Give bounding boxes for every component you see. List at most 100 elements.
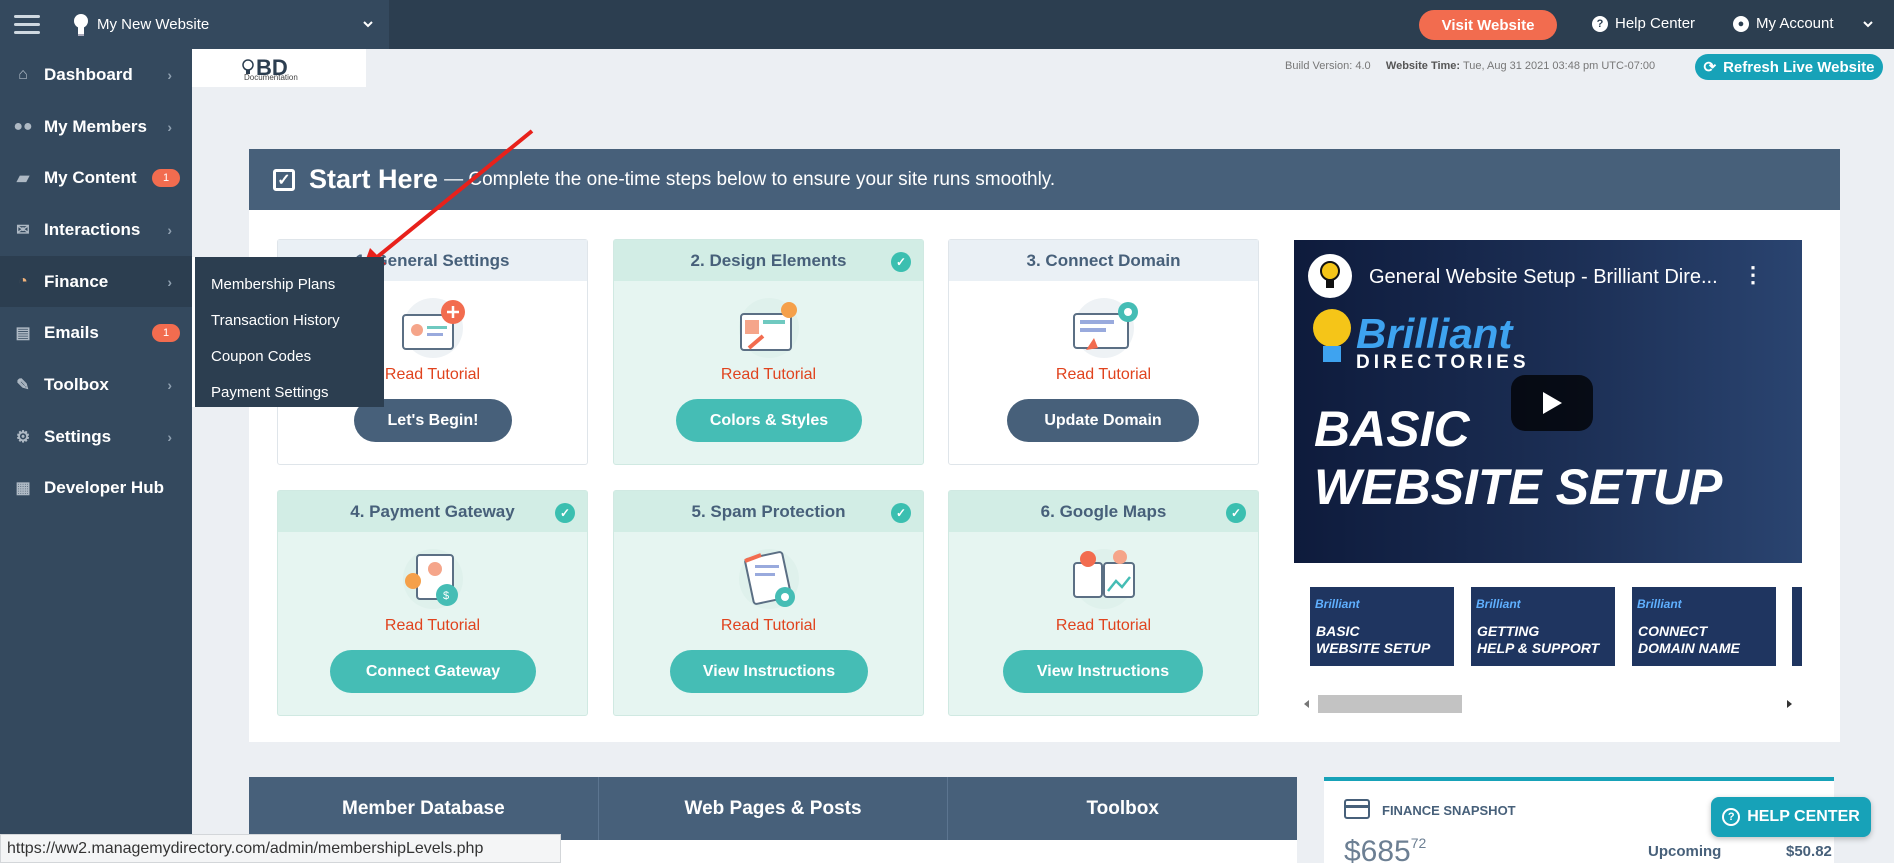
thumb-title-line1: GETTING (1477, 623, 1540, 639)
read-tutorial-link[interactable]: Read Tutorial (614, 617, 923, 635)
sidebar-item-dashboard[interactable]: ⌂ Dashboard › (0, 49, 192, 101)
scroll-right-icon[interactable] (1784, 699, 1794, 709)
chevron-right-icon: › (167, 67, 172, 83)
finance-amount-dollars: $685 (1344, 835, 1411, 863)
step-card-spam-protection: 5. Spam Protection ✓ Read Tutorial View … (613, 490, 924, 716)
status-bar-url: https://ww2.managemydirectory.com/admin/… (0, 834, 561, 863)
wrench-icon: ✎ (16, 376, 30, 394)
card-header: 2. Design Elements ✓ (614, 240, 923, 281)
update-domain-button[interactable]: Update Domain (1007, 399, 1199, 442)
chevron-right-icon: › (167, 222, 172, 239)
read-tutorial-link[interactable]: Read Tutorial (949, 366, 1258, 384)
brand-subtitle: DIRECTORIES (1356, 352, 1530, 373)
video-headline-line2: WEBSITE SETUP (1314, 459, 1723, 515)
playlist-item[interactable]: Brilliant CONNECT DOMAIN NAME (1632, 587, 1776, 666)
sidebar: ⌂ Dashboard › ●● My Members › ▰ My Conte… (0, 49, 192, 863)
check-circle-icon: ✓ (891, 503, 911, 523)
sidebar-item-developer-hub[interactable]: ▦ Developer Hub (0, 463, 192, 515)
upcoming-value: $50.82 (1786, 843, 1832, 860)
refresh-live-website-button[interactable]: ⟳ Refresh Live Website (1695, 54, 1883, 80)
view-instructions-button[interactable]: View Instructions (670, 650, 868, 693)
start-here-subtitle: — Complete the one-time steps below to e… (444, 168, 1056, 190)
help-center-label: Help Center (1615, 15, 1696, 32)
sidebar-item-settings[interactable]: ⚙ Settings › (0, 411, 192, 463)
more-options-icon[interactable]: ⋮ (1742, 262, 1764, 288)
lightbulb-icon (1320, 261, 1340, 288)
thumb-brand: Brilliant (1637, 597, 1682, 611)
step-card-design-elements: 2. Design Elements ✓ Read Tutorial Color… (613, 239, 924, 465)
read-tutorial-link[interactable]: Read Tutorial (278, 617, 587, 635)
connect-gateway-button[interactable]: Connect Gateway (330, 650, 536, 693)
spam-protection-illustration-icon (738, 549, 799, 609)
card-title: 5. Spam Protection (691, 501, 846, 521)
thumb-brand: Brilliant (1476, 597, 1521, 611)
finance-snapshot-label: FINANCE SNAPSHOT (1382, 803, 1516, 818)
site-selector[interactable]: My New Website (53, 0, 389, 49)
logo-subtitle: Documentation (244, 73, 298, 82)
chevron-down-icon (363, 21, 373, 28)
check-circle-icon: ✓ (891, 252, 911, 272)
card-title: 3. Connect Domain (949, 240, 1258, 281)
card-title: 2. Design Elements (690, 250, 847, 270)
help-center-float-label: HELP CENTER (1747, 808, 1860, 825)
chevron-right-icon: › (167, 273, 172, 290)
tab-member-database[interactable]: Member Database (249, 777, 599, 840)
playlist-item-partial[interactable] (1792, 587, 1802, 666)
payment-illustration-icon: $ (402, 549, 463, 609)
lightbulb-logo-icon (1313, 309, 1351, 362)
sidebar-item-emails[interactable]: ▤ Emails 1 (0, 307, 192, 359)
playlist-item[interactable]: Brilliant BASIC WEBSITE SETUP (1310, 587, 1454, 666)
build-label: Build Version: (1285, 60, 1353, 72)
video-headline-line1: BASIC (1314, 401, 1470, 457)
finance-submenu: Membership Plans Transaction History Cou… (192, 257, 384, 407)
tab-web-pages-posts[interactable]: Web Pages & Posts (599, 777, 949, 840)
bottom-tabs: Member Database Web Pages & Posts Toolbo… (249, 777, 1297, 840)
read-tutorial-link[interactable]: Read Tutorial (614, 366, 923, 384)
card-header: 4. Payment Gateway ✓ (278, 491, 587, 532)
sidebar-item-label: Toolbox (44, 374, 109, 394)
notification-badge: 1 (152, 169, 180, 188)
question-icon: ? (1722, 808, 1741, 826)
my-account-menu[interactable]: ● My Account (1733, 15, 1875, 32)
colors-styles-button[interactable]: Colors & Styles (676, 399, 862, 442)
submenu-coupon-codes[interactable]: Coupon Codes (195, 338, 384, 374)
users-icon: ●● (13, 117, 33, 135)
sidebar-item-toolbox[interactable]: ✎ Toolbox › (0, 359, 192, 411)
card-title: 6. Google Maps (1040, 501, 1167, 521)
sidebar-item-my-content[interactable]: ▰ My Content 1 (0, 152, 192, 204)
top-bar: My New Website Visit Website ? Help Cent… (0, 0, 1894, 49)
card-header: 5. Spam Protection ✓ (614, 491, 923, 532)
website-time-value: Tue, Aug 31 2021 03:48 pm UTC-07:00 (1462, 60, 1656, 72)
submenu-transaction-history[interactable]: Transaction History (195, 302, 384, 338)
playlist-scrollbar[interactable] (1294, 694, 1802, 714)
read-tutorial-link[interactable]: Read Tutorial (949, 617, 1258, 635)
visit-website-button[interactable]: Visit Website (1419, 10, 1557, 40)
scrollbar-thumb[interactable] (1318, 695, 1462, 713)
sidebar-item-my-members[interactable]: ●● My Members › (0, 101, 192, 153)
check-circle-icon: ✓ (555, 503, 575, 523)
submenu-membership-plans[interactable]: Membership Plans (195, 266, 384, 302)
start-here-header: ✓ Start Here — Complete the one-time ste… (249, 149, 1840, 210)
my-account-label: My Account (1756, 15, 1834, 32)
help-center-link[interactable]: ? Help Center (1592, 15, 1695, 32)
channel-avatar[interactable] (1308, 254, 1352, 298)
help-center-floating-button[interactable]: ? HELP CENTER (1711, 797, 1871, 837)
menu-toggle-icon[interactable] (0, 0, 53, 49)
playlist-item[interactable]: Brilliant GETTING HELP & SUPPORT (1471, 587, 1615, 666)
sidebar-item-finance[interactable]: ◔ Finance › (0, 255, 192, 308)
inbox-icon: ▤ (15, 325, 31, 343)
play-button[interactable] (1511, 375, 1593, 431)
step-card-connect-domain: 3. Connect Domain Read Tutorial Update D… (948, 239, 1259, 465)
video-player[interactable]: General Website Setup - Brilliant Dire..… (1294, 240, 1802, 563)
chevron-right-icon: › (167, 377, 172, 394)
build-value: 4.0 (1355, 60, 1371, 72)
view-instructions-button[interactable]: View Instructions (1003, 650, 1203, 693)
card-title: 4. Payment Gateway (350, 501, 515, 521)
tab-toolbox[interactable]: Toolbox (948, 777, 1297, 840)
settings-illustration-icon (401, 298, 465, 358)
video-title[interactable]: General Website Setup - Brilliant Dire..… (1369, 266, 1718, 289)
sidebar-item-interactions[interactable]: ✉ Interactions › (0, 204, 192, 256)
scroll-left-icon[interactable] (1302, 699, 1312, 709)
submenu-payment-settings[interactable]: Payment Settings (195, 374, 384, 410)
svg-text:$: $ (443, 590, 449, 602)
